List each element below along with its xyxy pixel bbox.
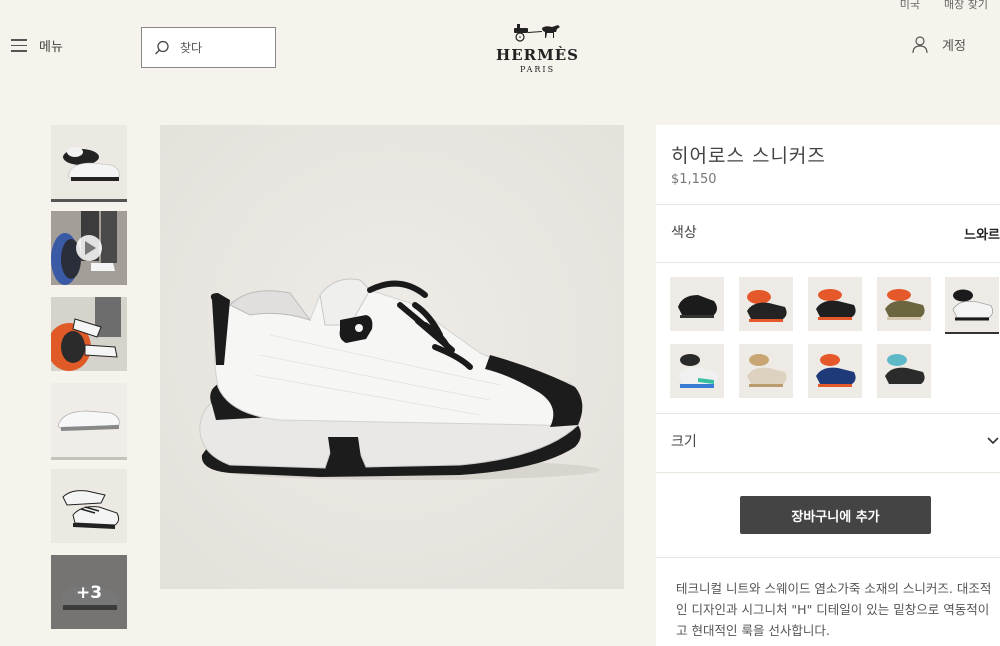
site-header: 미국 매장 찾기 메뉴 찾다 HERMÈS PARIS 계정 [0,0,1000,90]
color-swatch-black-orange[interactable] [808,277,862,331]
logo-subtitle: PARIS [519,65,556,74]
horse-carriage-icon [513,24,560,42]
more-images-label: +3 [51,555,127,629]
color-swatch-beige[interactable] [739,344,793,398]
divider [656,413,1000,414]
main-product-image[interactable] [160,125,624,589]
thumbnail-5[interactable] [51,469,127,543]
thumbnail-4[interactable] [51,383,127,460]
store-locator-link[interactable]: 매장 찾기 [944,0,988,12]
hamburger-icon [11,39,27,52]
thumbnail-2-video[interactable] [51,211,127,285]
product-price: $1,150 [671,172,717,187]
color-swatch-black[interactable] [670,277,724,331]
menu-button[interactable]: 메뉴 [11,36,63,55]
user-icon [912,35,928,53]
color-swatch-teal[interactable] [877,344,931,398]
divider [656,557,1000,558]
product-details-panel: 히어로스 스니커즈 $1,150 색상 느와르 크기 장바구니에 추가 테크니컬… [656,125,1000,646]
menu-label: 메뉴 [39,40,63,55]
size-label[interactable]: 크기 [671,431,697,451]
search-placeholder: 찾다 [180,41,203,55]
region-link[interactable]: 미국 [900,0,920,12]
thumbnail-1[interactable] [51,125,127,202]
divider [656,204,1000,205]
account-label: 계정 [942,39,966,54]
color-label: 색상 [671,225,697,241]
thumbnail-3[interactable] [51,297,127,371]
thumbnail-6-more[interactable]: +3 [51,555,127,629]
divider [656,262,1000,263]
selected-color-value: 느와르 [964,228,1000,243]
add-to-cart-button[interactable]: 장바구니에 추가 [740,496,931,534]
product-title: 히어로스 스니커즈 [671,145,826,167]
brand-logo[interactable]: HERMÈS PARIS [490,20,585,74]
color-swatch-white-black[interactable] [945,277,999,334]
search-input[interactable]: 찾다 [141,27,276,68]
product-description: 테크니컬 니트와 스웨이드 염소가죽 소재의 스니커즈. 대조적인 디자인과 시… [676,581,992,638]
color-swatch-multicolor[interactable] [670,344,724,398]
color-swatch-navy-orange[interactable] [808,344,862,398]
color-swatch-khaki-orange[interactable] [877,277,931,331]
logo-wordmark: HERMÈS [496,46,579,64]
divider [656,472,1000,473]
chevron-down-icon[interactable] [986,434,1000,448]
color-swatch-orange-black[interactable] [739,277,793,331]
account-button[interactable]: 계정 [912,35,966,54]
utility-links: 미국 매장 찾기 [900,0,988,12]
search-icon [155,40,169,54]
